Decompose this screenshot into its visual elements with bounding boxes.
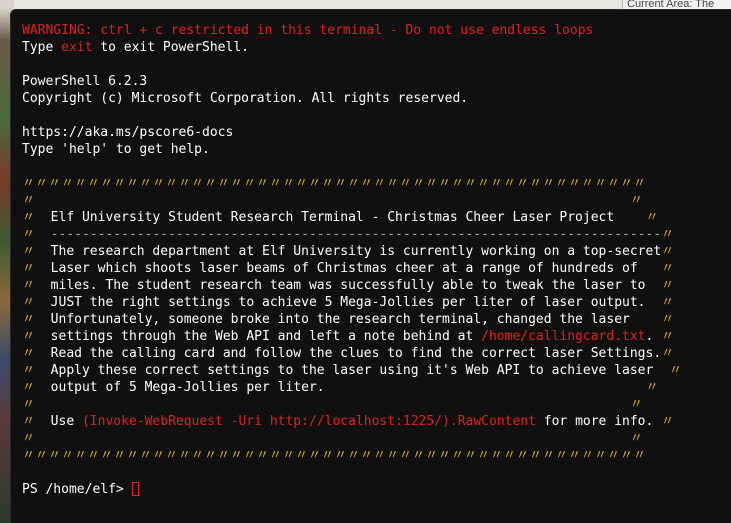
bolt-icon: 〃 (661, 227, 675, 242)
bolt-icon: 〃 (661, 346, 675, 361)
exit-command: exit (61, 40, 93, 55)
banner-row: 〃 --------------------------------------… (22, 226, 682, 243)
bolt-icon: 〃 (22, 363, 36, 378)
bolt-icon: 〃 (645, 380, 659, 395)
banner-top-border: 〃〃〃〃〃〃〃〃〃〃〃〃〃〃〃〃〃〃〃〃〃〃〃〃〃〃〃〃〃〃〃〃〃〃〃〃〃〃〃〃… (22, 176, 647, 191)
banner-row: 〃 〃 (22, 192, 682, 209)
calling-card-path: /home/callingcard.txt (481, 329, 646, 344)
bolt-icon: 〃 (22, 278, 36, 293)
bolt-icon: 〃 (22, 227, 36, 242)
banner-row: 〃 Laser which shoots laser beams of Chri… (22, 261, 675, 276)
warning-line: WARNGING: ctrl + c restricted in this te… (22, 23, 594, 38)
bolt-icon: 〃 (22, 414, 36, 429)
bolt-icon: 〃 (22, 346, 36, 361)
banner-title: Elf University Student Research Terminal… (50, 210, 615, 225)
copyright-line: Copyright (c) Microsoft Corporation. All… (22, 91, 469, 106)
banner-row: 〃 Use (Invoke-WebRequest -Uri http://loc… (22, 414, 675, 429)
bolt-icon: 〃 (629, 193, 643, 208)
banner-row: 〃 Unfortunately, someone broke into the … (22, 312, 675, 327)
prompt-line[interactable]: PS /home/elf> (22, 481, 682, 498)
banner-row: 〃 miles. The student research team was s… (22, 278, 675, 293)
docs-url-line: https://aka.ms/pscore6-docs (22, 125, 234, 140)
shell-prompt: PS /home/elf> (22, 482, 132, 497)
banner-row: 〃 〃 (22, 396, 682, 413)
version-line: PowerShell 6.2.3 (22, 74, 148, 89)
terminal-window[interactable]: WARNGING: ctrl + c restricted in this te… (10, 9, 731, 523)
exit-line: Type exit to exit PowerShell. (22, 40, 249, 55)
bolt-icon: 〃 (661, 329, 675, 344)
bolt-icon: 〃 (22, 329, 36, 344)
bolt-icon: 〃 (22, 261, 36, 276)
bolt-icon: 〃 (661, 278, 675, 293)
banner-row: 〃 Elf University Student Research Termin… (22, 209, 682, 226)
bolt-icon: 〃 (629, 397, 643, 412)
bolt-icon: 〃 (668, 363, 682, 378)
banner-row: 〃 〃 (22, 430, 682, 447)
bolt-icon: 〃 (22, 431, 36, 446)
bolt-icon: 〃 (22, 193, 36, 208)
banner-row: 〃 JUST the right settings to achieve 5 M… (22, 295, 675, 310)
text-cursor[interactable] (131, 482, 139, 496)
banner-row: 〃 output of 5 Mega-Jollies per liter. 〃 (22, 380, 659, 395)
bolt-icon: 〃 (661, 244, 675, 259)
banner-separator: ----------------------------------------… (50, 227, 662, 242)
bolt-icon: 〃 (645, 210, 659, 225)
bolt-icon: 〃 (661, 312, 675, 327)
banner-row: 〃 Read the calling card and follow the c… (22, 346, 675, 361)
bolt-icon: 〃 (22, 380, 36, 395)
help-line: Type 'help' to get help. (22, 142, 210, 157)
bolt-icon: 〃 (661, 295, 675, 310)
banner-row: 〃 The research department at Elf Univers… (22, 244, 675, 259)
bolt-icon: 〃 (22, 244, 36, 259)
banner-row: 〃 settings through the Web API and left … (22, 329, 675, 344)
bolt-icon: 〃 (22, 397, 36, 412)
terminal-output: WARNGING: ctrl + c restricted in this te… (22, 22, 682, 498)
bolt-icon: 〃 (22, 210, 36, 225)
bolt-icon: 〃 (661, 414, 675, 429)
banner-row: 〃 Apply these correct settings to the la… (22, 363, 682, 378)
bolt-icon: 〃 (22, 295, 36, 310)
bolt-icon: 〃 (629, 431, 643, 446)
bolt-icon: 〃 (661, 261, 675, 276)
bolt-icon: 〃 (22, 312, 36, 327)
invoke-webrequest-command: (Invoke-WebRequest -Uri http://localhost… (81, 414, 536, 429)
banner-bottom-border: 〃〃〃〃〃〃〃〃〃〃〃〃〃〃〃〃〃〃〃〃〃〃〃〃〃〃〃〃〃〃〃〃〃〃〃〃〃〃〃〃… (22, 448, 647, 463)
current-area-label: Current Area: The (622, 0, 731, 9)
